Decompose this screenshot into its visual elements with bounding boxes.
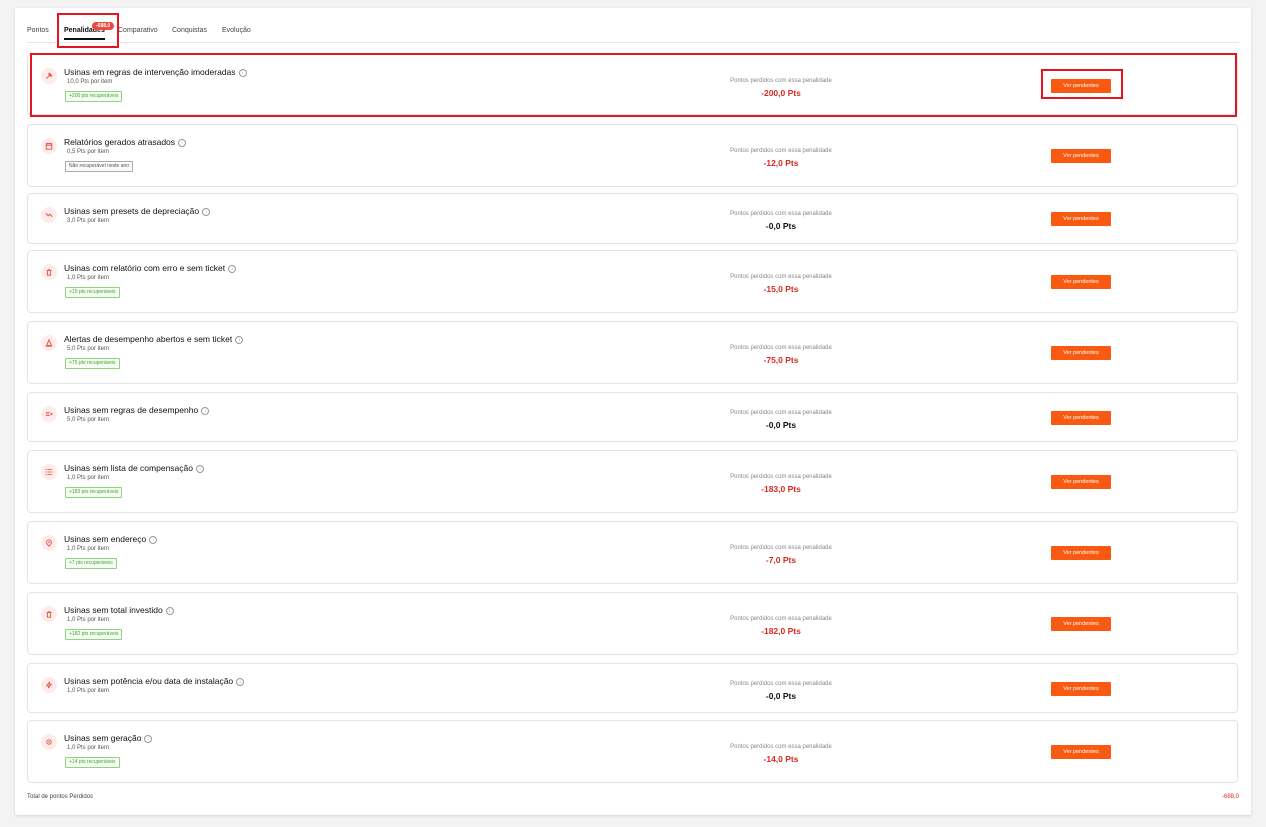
recovery-tag: +75 pts recuperáveis (65, 358, 120, 369)
tab-conquistas[interactable]: Conquistas (172, 27, 207, 34)
info-icon[interactable]: i (178, 139, 187, 147)
penalty-title: Usinas sem potência e/ou data de instala… (64, 676, 245, 686)
map-pin-icon (41, 535, 57, 551)
penalty-per-item: 1,0 Pts por item (67, 688, 110, 694)
penalty-per-item: 1,0 Pts por item (67, 546, 110, 552)
points-lost-label: Pontos perdidos com essa penalidade (730, 274, 832, 280)
penalty-per-item: 5,0 Pts por item (67, 346, 110, 352)
points-lost-label: Pontos perdidos com essa penalidade (730, 345, 832, 351)
info-icon[interactable]: i (228, 265, 237, 273)
points-lost-value: -0,0 Pts (765, 221, 797, 231)
recovery-tag: +15 pts recuperáveis (65, 287, 120, 298)
penalty-row: Usinas sem total investido i 1,0 Pts por … (27, 592, 1238, 655)
info-icon[interactable]: i (149, 536, 158, 544)
penalty-title: Usinas sem lista de compensação i (64, 463, 204, 473)
penalty-row: Usinas sem regras de desempenho i 5,0 Pts… (27, 392, 1238, 442)
total-lost-value: -688,0 (1221, 794, 1239, 800)
info-icon[interactable]: i (165, 607, 174, 615)
ver-pendentes-button[interactable]: Ver pendentes (1051, 275, 1111, 289)
penalty-row: Alertas de desempenho abertos e sem tick… (27, 321, 1238, 384)
points-lost-label: Pontos perdidos com essa penalidade (730, 148, 832, 154)
penalty-row: Usinas sem endereço i 1,0 Pts por item +7… (27, 521, 1238, 584)
penalty-row: Usinas com relatório com erro e sem tick… (27, 250, 1238, 313)
recovery-tag: Não recuperável neste ano (65, 161, 134, 172)
total-lost-label: Total de pontos Perdidos (27, 794, 94, 800)
info-icon[interactable]: i (201, 407, 210, 415)
gear-icon (41, 734, 57, 750)
ver-pendentes-button[interactable]: Ver pendentes (1051, 682, 1111, 696)
points-lost-value: -0,0 Pts (765, 691, 797, 701)
list-icon (41, 464, 57, 480)
penalties-card: Pontos Penalidades Comparativo Conquista… (15, 8, 1251, 815)
penalty-row: Usinas sem geração i 1,0 Pts por item +14… (27, 720, 1238, 783)
trash-icon (41, 606, 57, 622)
highlight-tab-box (57, 13, 119, 48)
recovery-tag: +183 pts recuperáveis (65, 487, 123, 498)
info-icon[interactable]: i (236, 678, 245, 686)
ver-pendentes-button[interactable]: Ver pendentes (1051, 546, 1111, 560)
tab-bar: Pontos Penalidades Comparativo Conquista… (27, 22, 1239, 43)
highlight-button-box (1041, 69, 1123, 99)
trend-down-icon (41, 207, 57, 223)
alarm-icon (41, 335, 57, 351)
penalty-title: Usinas sem total investido i (64, 605, 174, 615)
penalty-title: Usinas sem endereço i (64, 534, 158, 544)
points-lost-label: Pontos perdidos com essa penalidade (730, 616, 832, 622)
ver-pendentes-button[interactable]: Ver pendentes (1051, 346, 1111, 360)
recovery-tag: +14 pts recuperáveis (65, 757, 120, 768)
penalty-per-item: 1,0 Pts por item (67, 745, 110, 751)
recovery-tag: +182 pts recuperáveis (65, 629, 123, 640)
tab-pontos[interactable]: Pontos (27, 27, 49, 34)
penalty-row: Usinas sem presets de depreciação i 3,0 P… (27, 193, 1238, 244)
points-lost-label: Pontos perdidos com essa penalidade (730, 681, 832, 687)
points-lost-value: -182,0 Pts (761, 626, 801, 636)
ver-pendentes-button[interactable]: Ver pendentes (1051, 475, 1111, 489)
penalty-per-item: 1,0 Pts por item (67, 475, 110, 481)
penalty-title: Relatórios gerados atrasados i (64, 137, 187, 147)
points-lost-value: -12,0 Pts (763, 158, 799, 168)
ver-pendentes-button[interactable]: Ver pendentes (1051, 212, 1111, 226)
penalty-per-item: 1,0 Pts por item (67, 275, 110, 281)
points-lost-label: Pontos perdidos com essa penalidade (730, 211, 832, 217)
info-icon[interactable]: i (144, 735, 153, 743)
info-icon[interactable]: i (195, 465, 204, 473)
penalty-row: Usinas sem lista de compensação i 1,0 Pts… (27, 450, 1238, 513)
points-lost-label: Pontos perdidos com essa penalidade (730, 545, 832, 551)
penalty-title: Usinas sem presets de depreciação i (64, 206, 211, 216)
info-icon[interactable]: i (202, 208, 211, 216)
points-lost-value: -75,0 Pts (763, 355, 799, 365)
ver-pendentes-button[interactable]: Ver pendentes (1051, 411, 1111, 425)
penalty-title: Usinas sem geração i (64, 733, 153, 743)
penalty-row: Relatórios gerados atrasados i 0,5 Pts po… (27, 124, 1238, 187)
trash-icon (41, 264, 57, 280)
tab-evolucao[interactable]: Evolução (222, 27, 251, 34)
points-lost-value: -183,0 Pts (761, 484, 801, 494)
points-lost-label: Pontos perdidos com essa penalidade (730, 744, 832, 750)
penalty-per-item: 5,0 Pts por item (67, 417, 110, 423)
points-lost-value: -7,0 Pts (765, 555, 797, 565)
list-x-icon (41, 406, 57, 422)
points-lost-value: -0,0 Pts (765, 420, 797, 430)
ver-pendentes-button[interactable]: Ver pendentes (1051, 745, 1111, 759)
lightning-icon (41, 677, 57, 693)
points-lost-label: Pontos perdidos com essa penalidade (730, 410, 832, 416)
penalty-title: Usinas sem regras de desempenho i (64, 405, 210, 415)
tab-comparativo[interactable]: Comparativo (118, 27, 158, 34)
points-lost-label: Pontos perdidos com essa penalidade (730, 474, 832, 480)
penalty-title: Usinas com relatório com erro e sem tick… (64, 263, 237, 273)
penalty-row: Usinas sem potência e/ou data de instala… (27, 663, 1238, 713)
penalty-per-item: 1,0 Pts por item (67, 617, 110, 623)
points-lost-value: -14,0 Pts (763, 754, 799, 764)
penalty-title: Alertas de desempenho abertos e sem tick… (64, 334, 244, 344)
penalty-per-item: 0,5 Pts por item (67, 149, 110, 155)
info-icon[interactable]: i (235, 336, 244, 344)
ver-pendentes-button[interactable]: Ver pendentes (1051, 617, 1111, 631)
recovery-tag: +7 pts recuperáveis (65, 558, 117, 569)
points-lost-value: -15,0 Pts (763, 284, 799, 294)
ver-pendentes-button[interactable]: Ver pendentes (1051, 149, 1111, 163)
penalty-per-item: 3,0 Pts por item (67, 218, 110, 224)
calendar-icon (41, 138, 57, 154)
